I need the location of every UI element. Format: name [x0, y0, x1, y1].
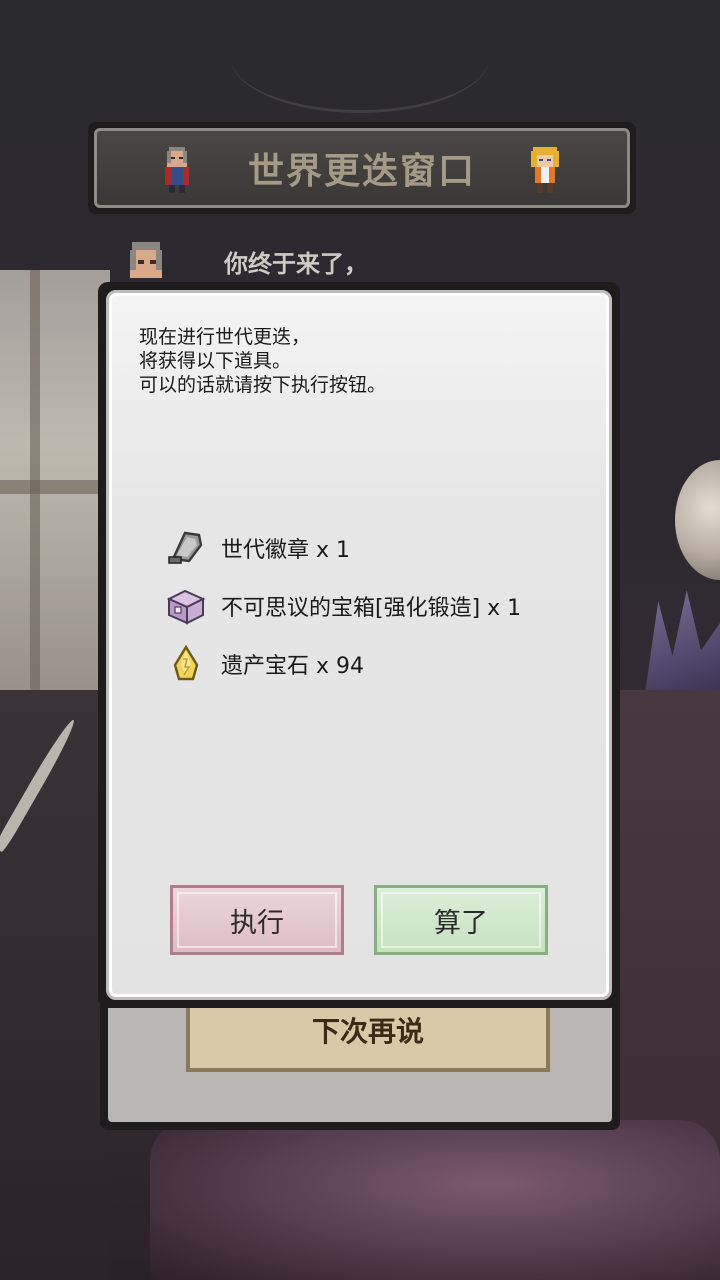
sofa [150, 1120, 720, 1280]
chandelier [230, 0, 490, 113]
treasure-chest-icon [166, 589, 206, 625]
header-bar: 世界更迭窗口 [88, 122, 636, 214]
globe [675, 460, 720, 580]
old-man-sprite-icon [165, 147, 189, 193]
reward-item: 不可思议的宝箱[强化锻造] x 1 [165, 577, 585, 635]
window-bar [0, 480, 110, 494]
later-button-label: 下次再说 [311, 1015, 424, 1048]
reward-label: 遗产宝石 x 94 [221, 654, 365, 679]
message-line: 可以的话就请按下执行按钮。 [139, 374, 387, 396]
cancel-button[interactable]: 算了 [374, 885, 548, 955]
background-dialogue-text: 你终于来了， [224, 250, 368, 278]
cancel-button-label: 算了 [434, 907, 488, 939]
dialog-body: 现在进行世代更迭， 将获得以下道具。 可以的话就请按下执行按钮。 世代徽章 x … [106, 290, 612, 1000]
desk [0, 690, 110, 1280]
dialog-message: 现在进行世代更迭， 将获得以下道具。 可以的话就请按下执行按钮。 [139, 325, 386, 397]
message-line: 现在进行世代更迭， [139, 326, 311, 348]
badge-icon [168, 531, 203, 564]
window-title: 世界更迭窗口 [247, 151, 476, 192]
reward-item: 世代徽章 x 1 [165, 519, 585, 577]
header-frame: 世界更迭窗口 [94, 128, 630, 208]
reward-label: 不可思议的宝箱[强化锻造] x 1 [221, 596, 522, 621]
message-line: 将获得以下道具。 [139, 350, 292, 372]
reward-item: 遗产宝石 x 94 [165, 635, 585, 693]
speaker-portrait-icon [130, 242, 162, 278]
reward-label: 世代徽章 x 1 [221, 538, 351, 563]
generation-change-dialog: 现在进行世代更迭， 将获得以下道具。 可以的话就请按下执行按钮。 世代徽章 x … [98, 282, 620, 1008]
background-panel-inner: 下次再说 [108, 988, 612, 1122]
crystals [644, 590, 720, 700]
blonde-hero-sprite-icon [531, 147, 559, 193]
execute-button[interactable]: 执行 [170, 885, 344, 955]
later-button[interactable]: 下次再说 [186, 1008, 550, 1072]
gem-icon [173, 644, 199, 681]
execute-button-label: 执行 [230, 907, 284, 939]
reward-list: 世代徽章 x 1 不可思议的宝箱[强化锻造] x 1 遗产宝石 x 94 [165, 519, 585, 693]
